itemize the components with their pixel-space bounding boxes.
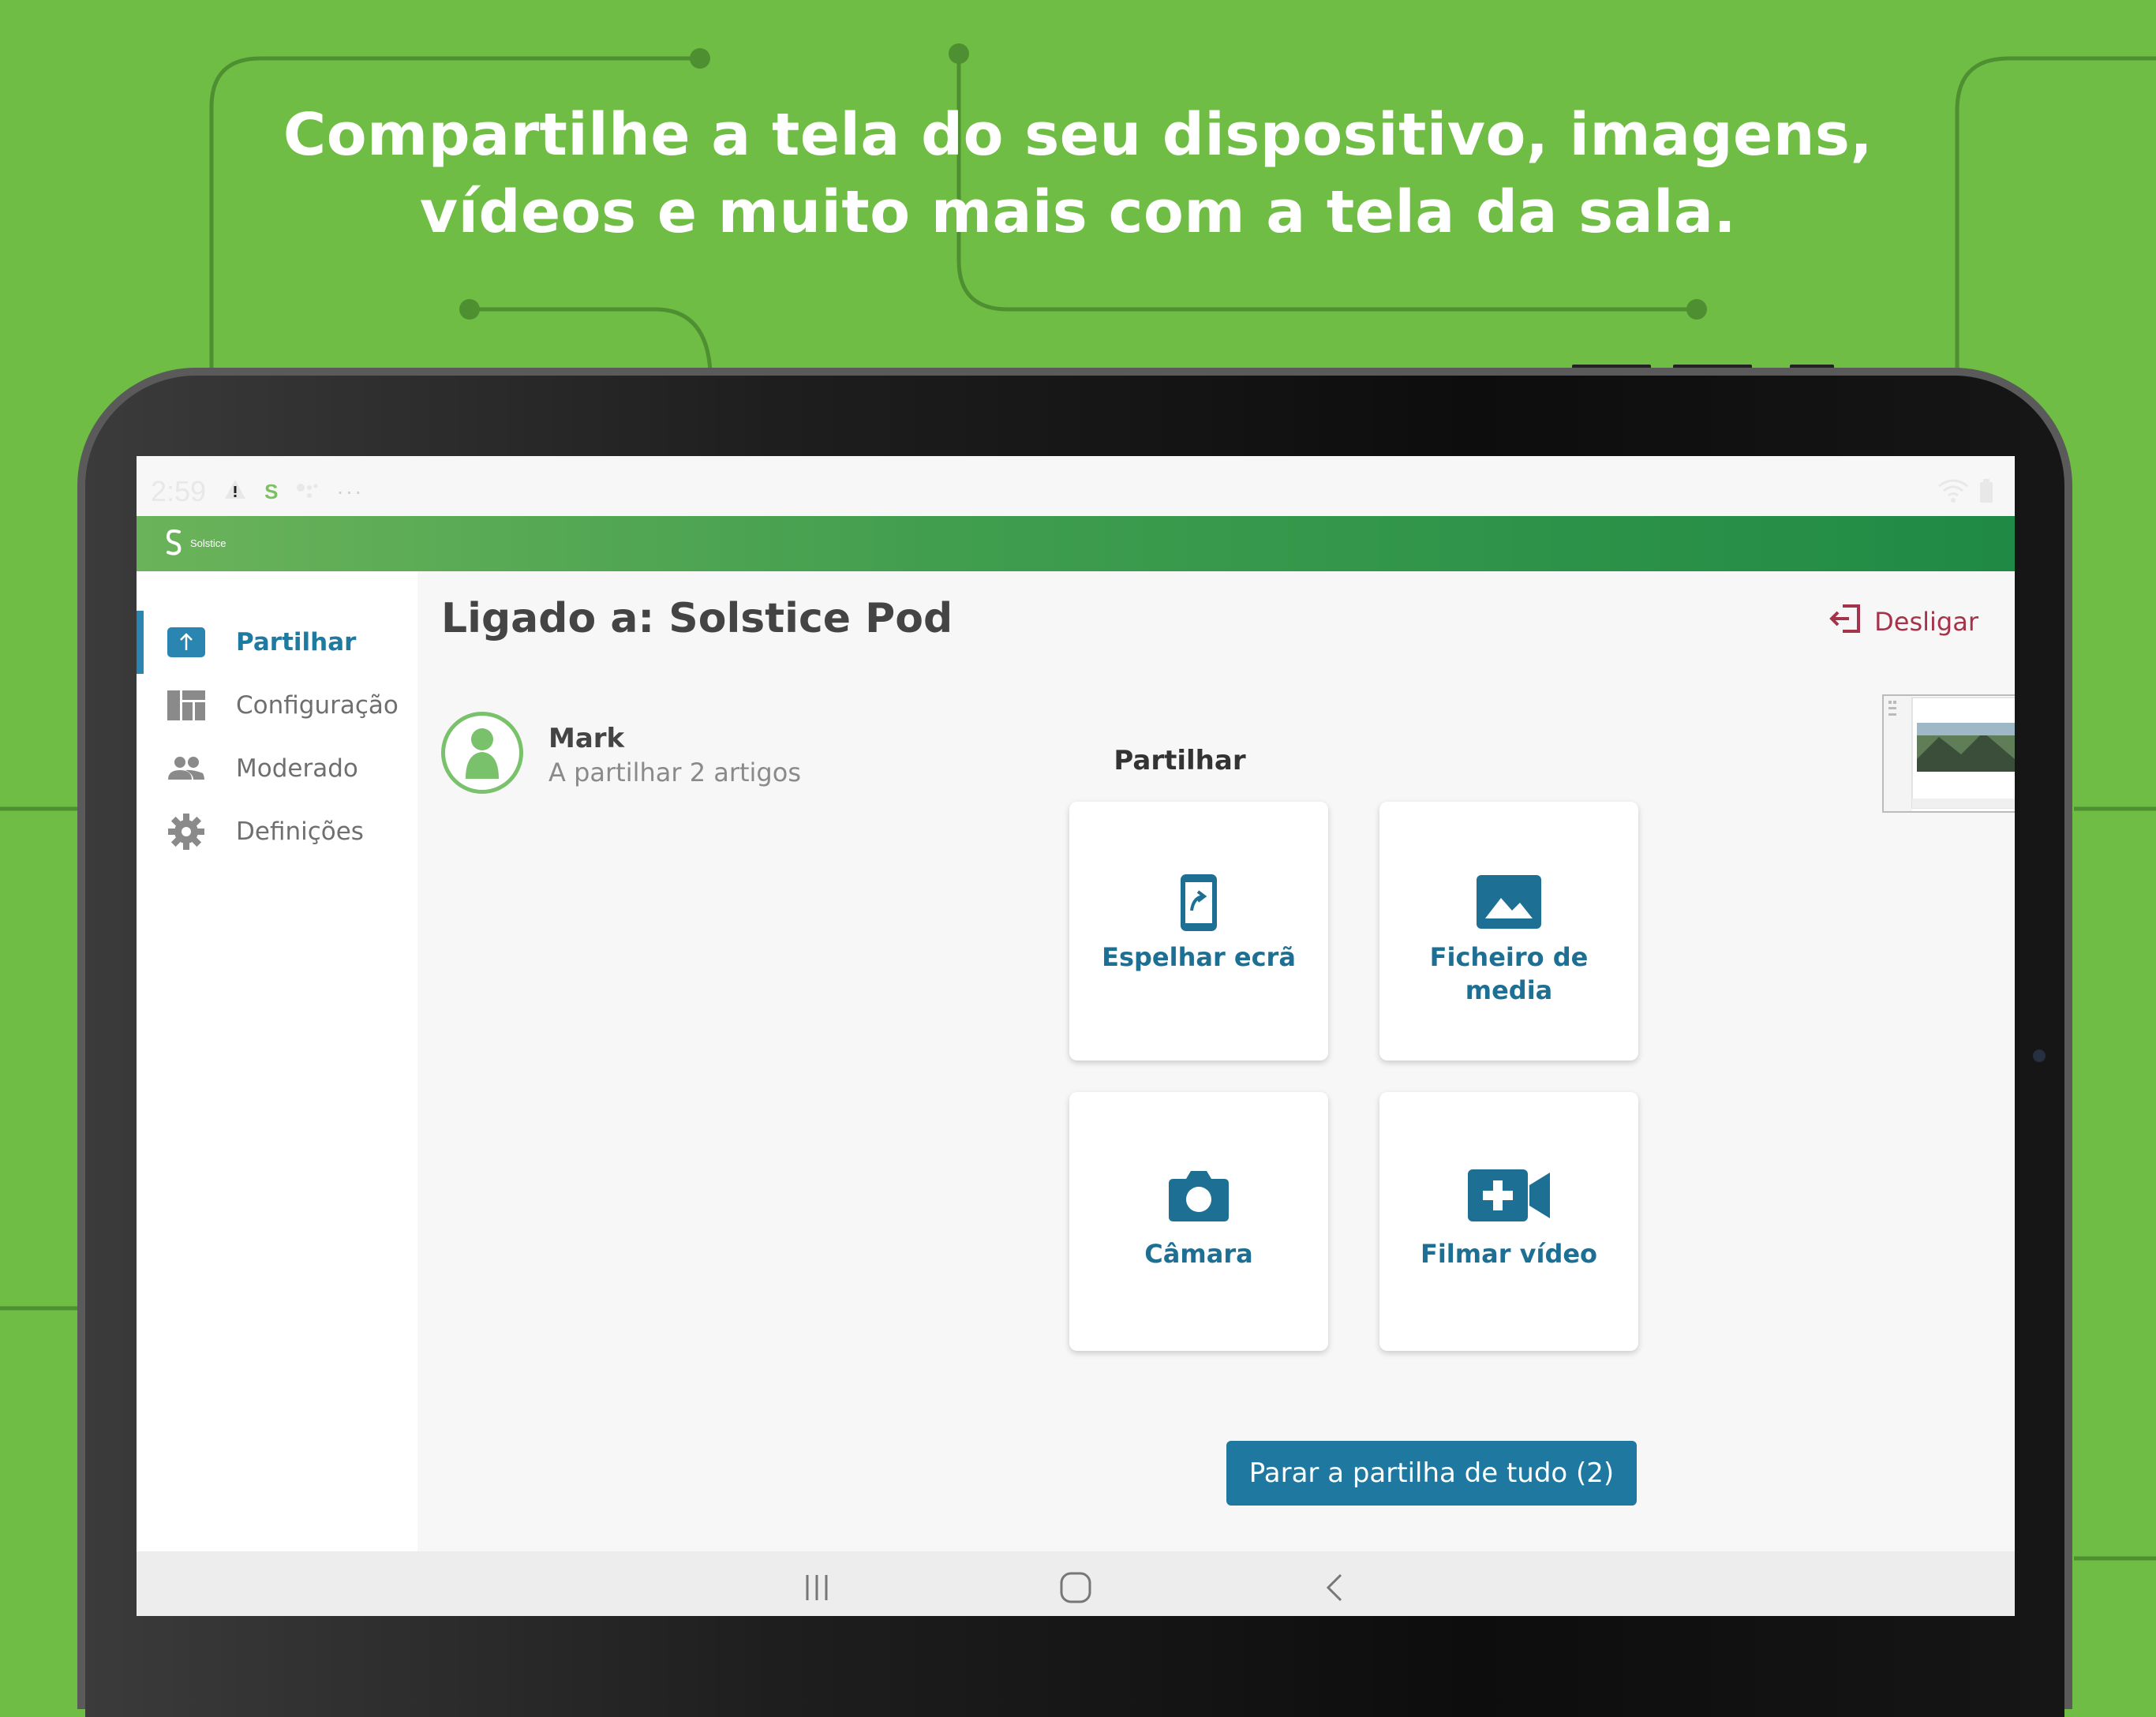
home-icon[interactable] (1058, 1570, 1093, 1609)
disconnect-button[interactable]: Desligar (1828, 603, 1978, 641)
layout-icon (167, 688, 206, 723)
video-camera-icon (1379, 1168, 1638, 1223)
avatar (441, 712, 523, 794)
logout-icon (1828, 603, 1863, 641)
solstice-icon: S (264, 479, 279, 503)
camera-icon (1069, 1168, 1328, 1223)
page-title: Ligado a: Solstice Pod (441, 595, 953, 642)
device-screen: 2:59 S ··· Solstice Partilhar Configuraç… (137, 456, 2015, 1616)
headline-line-1: Compartilhe a tela do seu dispositivo, i… (283, 101, 1873, 169)
share-upload-icon (167, 625, 206, 660)
warning-icon (223, 477, 247, 507)
record-video-tile[interactable]: Filmar vídeo (1379, 1092, 1638, 1351)
disconnect-label: Desligar (1874, 607, 1978, 637)
tile-label: Ficheiro de media (1429, 942, 1589, 1005)
sidebar-item-partilhar[interactable]: Partilhar (137, 611, 417, 674)
wifi-icon (1937, 478, 1969, 511)
sidebar-item-label: Moderado (236, 754, 358, 783)
solstice-logo-icon (163, 527, 184, 559)
app-header: Solstice (137, 516, 2015, 571)
sidebar-item-label: Configuração (236, 691, 399, 720)
tile-label: Filmar vídeo (1420, 1239, 1598, 1269)
app-logo: Solstice (163, 527, 226, 559)
mirror-screen-tile[interactable]: Espelhar ecrã (1069, 802, 1328, 1060)
camera-tile[interactable]: Câmara (1069, 1092, 1328, 1351)
app-logo-text: Solstice (190, 537, 226, 549)
gear-icon (167, 814, 206, 850)
sidebar-item-moderado[interactable]: Moderado (137, 737, 417, 800)
sidebar-item-label: Partilhar (236, 628, 357, 656)
active-indicator (137, 611, 144, 674)
preview-content (1884, 696, 2015, 811)
sidebar-item-configuracao[interactable]: Configuração (137, 674, 417, 737)
mirror-screen-icon (1069, 873, 1328, 933)
battery-icon (1978, 478, 1994, 511)
tile-label: Espelhar ecrã (1102, 942, 1296, 972)
tablet-camera (2033, 1049, 2046, 1062)
assistant-icon (295, 477, 319, 507)
share-heading: Partilhar (1114, 745, 1246, 776)
status-bar: 2:59 S ··· (137, 456, 2015, 516)
image-icon (1379, 874, 1638, 930)
sidebar: Partilhar Configuração Moderado Definiçõ… (137, 571, 417, 1589)
recents-icon[interactable] (801, 1572, 833, 1607)
sidebar-item-label: Definições (236, 817, 364, 846)
more-icon: ··· (336, 479, 364, 503)
stop-all-sharing-button[interactable]: Parar a partilha de tudo (2) (1226, 1441, 1637, 1506)
user-name: Mark (548, 723, 625, 754)
tile-label: Câmara (1144, 1239, 1253, 1269)
main-panel: Ligado a: Solstice Pod Desligar Mark A p… (417, 571, 2015, 1589)
status-time: 2:59 (151, 475, 207, 507)
media-file-tile[interactable]: Ficheiro de media (1379, 802, 1638, 1060)
people-icon (167, 751, 206, 786)
user-status: A partilhar 2 artigos (548, 758, 801, 787)
headline-line-2: vídeos e muito mais com a tela da sala. (419, 178, 1737, 246)
sidebar-item-definicoes[interactable]: Definições (137, 800, 417, 863)
back-icon[interactable] (1320, 1572, 1349, 1607)
room-display-preview[interactable] (1882, 694, 2015, 813)
headline: Compartilhe a tela do seu dispositivo, i… (0, 96, 2156, 251)
system-nav-bar (137, 1551, 2015, 1616)
